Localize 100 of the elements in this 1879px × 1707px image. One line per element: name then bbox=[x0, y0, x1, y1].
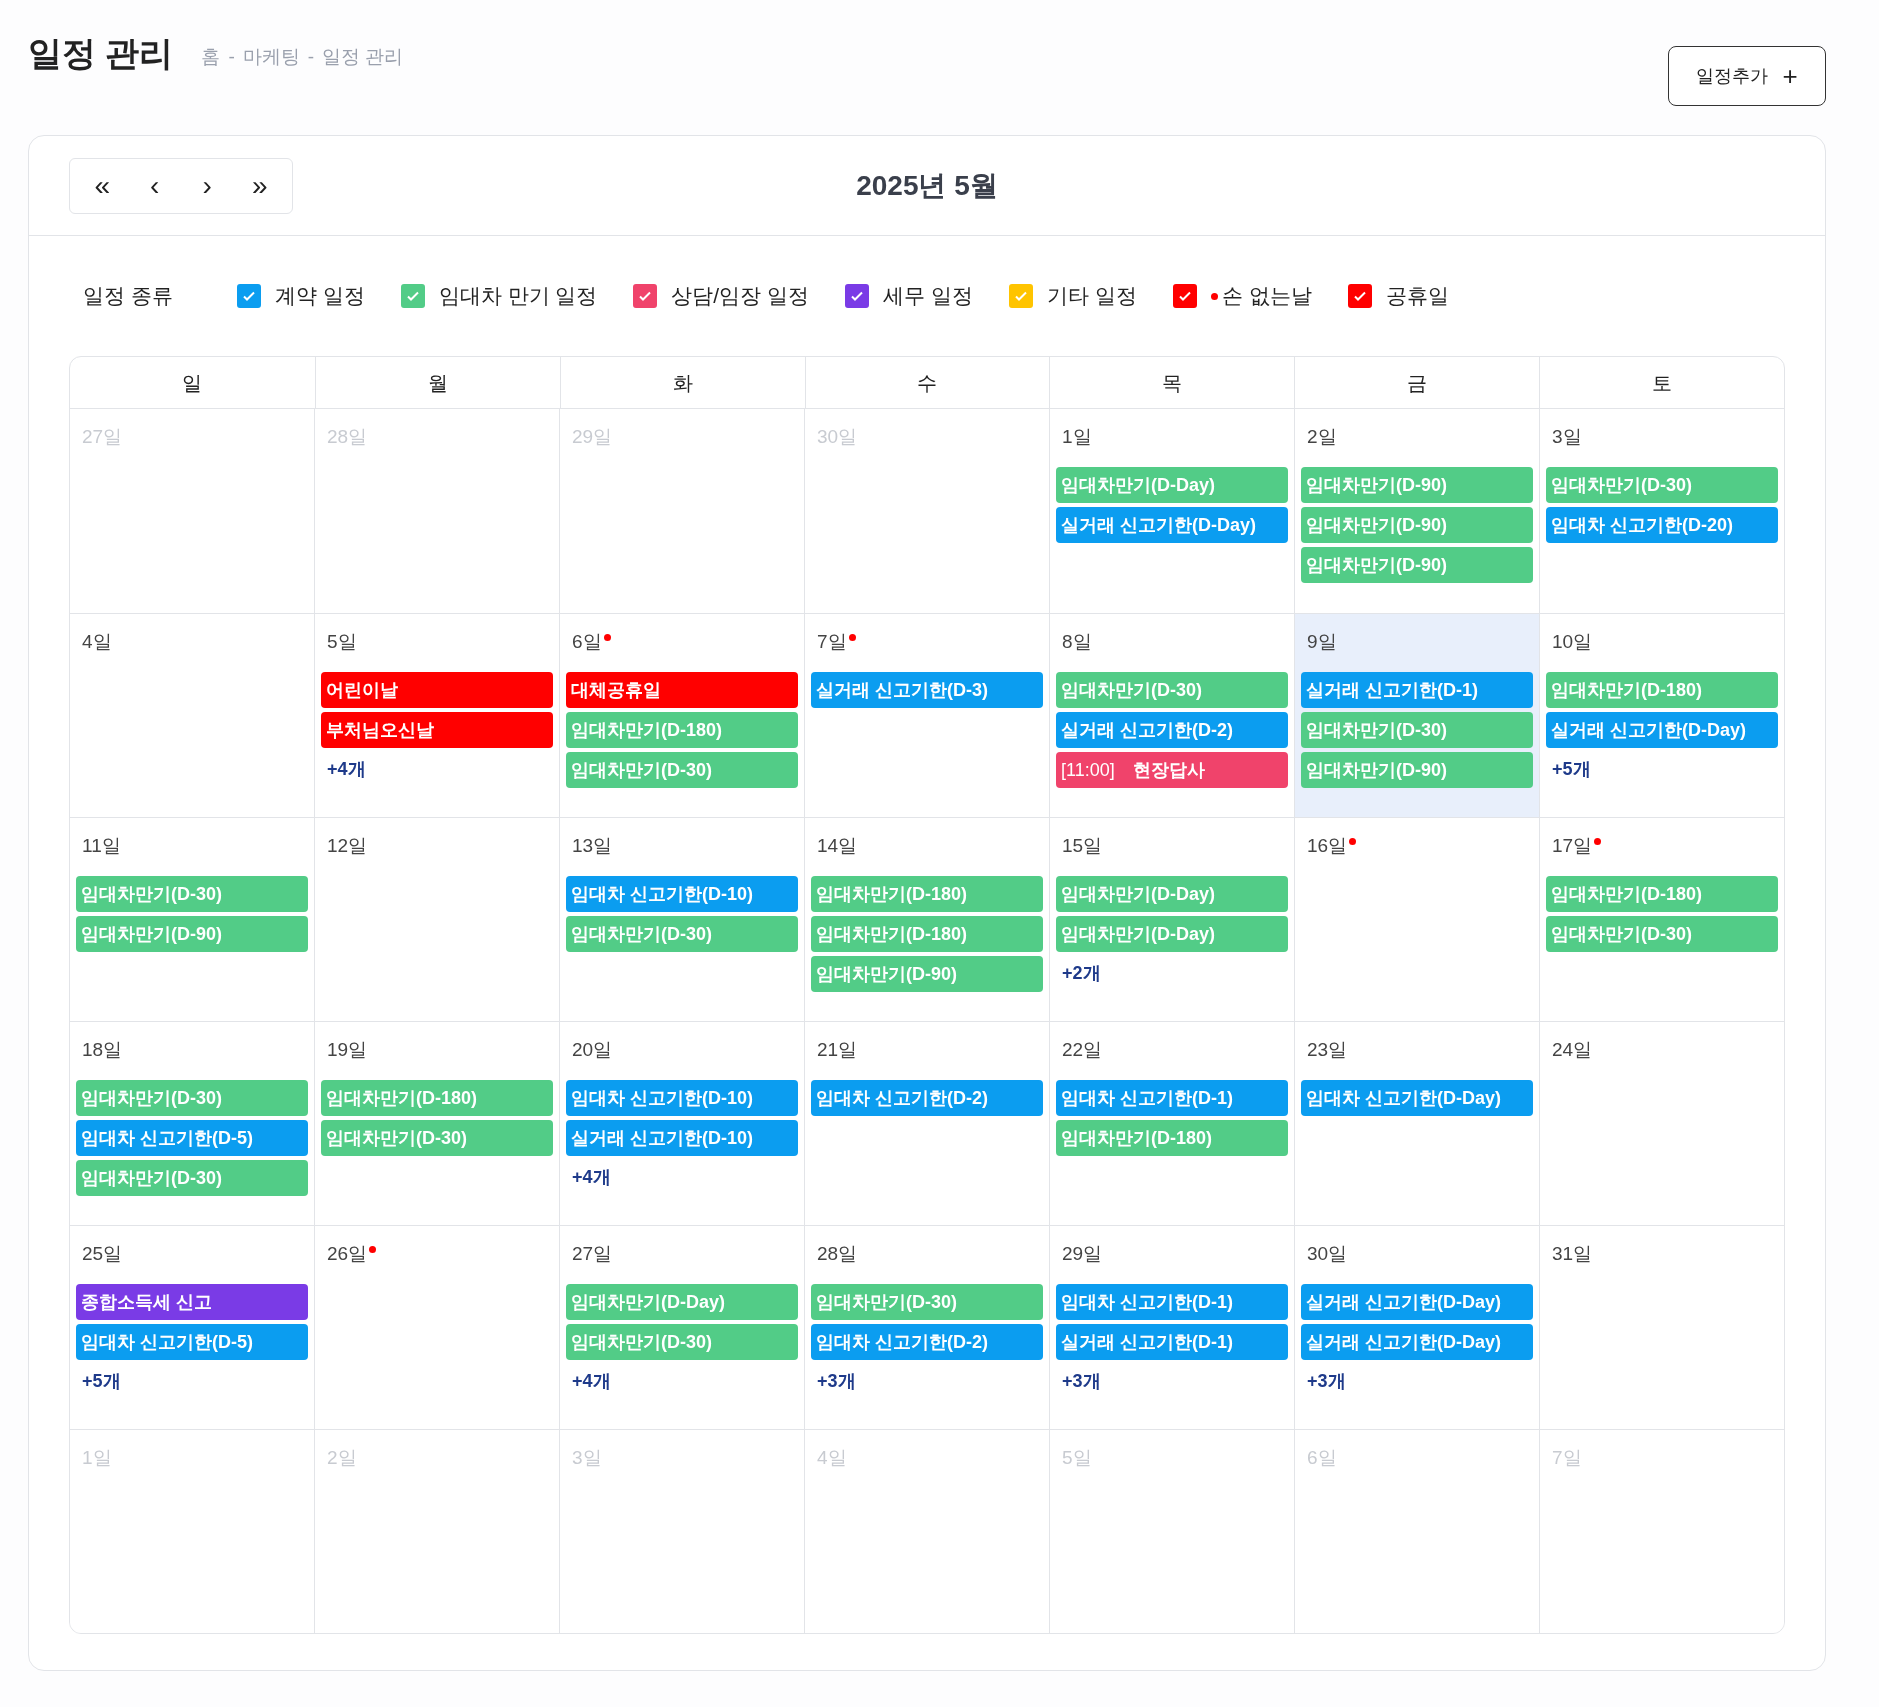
event-bar[interactable]: 임대차만기(D-Day) bbox=[566, 1284, 798, 1320]
checkbox[interactable] bbox=[1172, 284, 1197, 308]
day-cell[interactable]: 7일 실거래 신고기한(D-3) bbox=[805, 614, 1049, 817]
day-cell[interactable]: 3일 임대차만기(D-30) 임대차 신고기한(D-20) bbox=[1540, 409, 1784, 613]
event-bar[interactable]: 임대차만기(D-30) bbox=[811, 1284, 1043, 1320]
checkbox[interactable] bbox=[236, 284, 261, 308]
more-link[interactable]: +5개 bbox=[1546, 752, 1591, 783]
day-cell[interactable]: 31일 bbox=[1540, 1226, 1784, 1429]
event-bar[interactable]: 임대차만기(D-90) bbox=[811, 956, 1043, 992]
event-bar[interactable]: 부처님오신날 bbox=[321, 712, 553, 748]
event-bar[interactable]: 실거래 신고기한(D-3) bbox=[811, 672, 1043, 708]
event-bar[interactable]: 임대차만기(D-180) bbox=[811, 916, 1043, 952]
event-bar[interactable]: 임대차만기(D-30) bbox=[566, 752, 798, 788]
day-cell[interactable]: 8일 임대차만기(D-30) 실거래 신고기한(D-2) [11:00] 현장답사 bbox=[1050, 614, 1294, 817]
event-bar[interactable]: 임대차만기(D-180) bbox=[811, 876, 1043, 912]
breadcrumb-link[interactable]: 홈 bbox=[201, 42, 221, 71]
event-bar[interactable]: 임대차만기(D-90) bbox=[1301, 467, 1533, 503]
more-link[interactable]: +2개 bbox=[1056, 956, 1101, 987]
event-bar[interactable]: 임대차만기(D-30) bbox=[566, 916, 798, 952]
event-bar[interactable]: 임대차만기(D-90) bbox=[76, 916, 308, 952]
day-cell[interactable]: 5일 어린이날 부처님오신날 +4개 bbox=[315, 614, 559, 817]
more-link[interactable]: +3개 bbox=[811, 1364, 856, 1395]
event-bar[interactable]: 임대차 신고기한(D-5) bbox=[76, 1120, 308, 1156]
event-bar[interactable]: 임대차만기(D-30) bbox=[566, 1324, 798, 1360]
event-bar[interactable]: 실거래 신고기한(D-Day) bbox=[1301, 1284, 1533, 1320]
day-cell[interactable]: 19일 임대차만기(D-180) 임대차만기(D-30) bbox=[315, 1022, 559, 1225]
day-cell[interactable]: 21일 임대차 신고기한(D-2) bbox=[805, 1022, 1049, 1225]
day-cell[interactable]: 20일 임대차 신고기한(D-10) 실거래 신고기한(D-10) +4개 bbox=[560, 1022, 804, 1225]
day-cell[interactable]: 26일 bbox=[315, 1226, 559, 1429]
event-bar[interactable]: 임대차만기(D-90) bbox=[1301, 507, 1533, 543]
day-cell[interactable]: 24일 bbox=[1540, 1022, 1784, 1225]
event-bar[interactable]: [11:00] 현장답사 bbox=[1056, 752, 1288, 788]
event-bar[interactable]: 임대차만기(D-30) bbox=[1546, 916, 1778, 952]
event-bar[interactable]: 실거래 신고기한(D-2) bbox=[1056, 712, 1288, 748]
event-bar[interactable]: 실거래 신고기한(D-1) bbox=[1056, 1324, 1288, 1360]
event-bar[interactable]: 임대차만기(D-Day) bbox=[1056, 467, 1288, 503]
event-bar[interactable]: 임대차 신고기한(D-5) bbox=[76, 1324, 308, 1360]
breadcrumb-link[interactable]: 일정 관리 bbox=[322, 42, 404, 71]
day-cell[interactable]: 10일 임대차만기(D-180) 실거래 신고기한(D-Day) +5개 bbox=[1540, 614, 1784, 817]
day-cell[interactable]: 22일 임대차 신고기한(D-1) 임대차만기(D-180) bbox=[1050, 1022, 1294, 1225]
day-cell[interactable]: 4일 bbox=[70, 614, 314, 817]
event-bar[interactable]: 임대차만기(D-90) bbox=[1301, 547, 1533, 583]
nav-button[interactable]: « bbox=[82, 171, 123, 200]
day-cell[interactable]: 12일 bbox=[315, 818, 559, 1021]
event-bar[interactable]: 종합소득세 신고 bbox=[76, 1284, 308, 1320]
day-cell[interactable]: 1일 임대차만기(D-Day) 실거래 신고기한(D-Day) bbox=[1050, 409, 1294, 613]
add-schedule-button[interactable]: 일정추가 + bbox=[1668, 46, 1826, 106]
event-bar[interactable]: 임대차만기(D-180) bbox=[1056, 1120, 1288, 1156]
event-bar[interactable]: 임대차만기(D-180) bbox=[1546, 672, 1778, 708]
event-bar[interactable]: 임대차 신고기한(D-10) bbox=[566, 1080, 798, 1116]
event-bar[interactable]: 임대차 신고기한(D-1) bbox=[1056, 1080, 1288, 1116]
event-bar[interactable]: 실거래 신고기한(D-1) bbox=[1301, 672, 1533, 708]
day-cell[interactable]: 23일 임대차 신고기한(D-Day) bbox=[1295, 1022, 1539, 1225]
checkbox[interactable] bbox=[845, 284, 870, 308]
day-cell[interactable]: 13일 임대차 신고기한(D-10) 임대차만기(D-30) bbox=[560, 818, 804, 1021]
event-bar[interactable]: 임대차만기(D-30) bbox=[321, 1120, 553, 1156]
event-bar[interactable]: 대체공휴일 bbox=[566, 672, 798, 708]
event-bar[interactable]: 임대차만기(D-30) bbox=[76, 1160, 308, 1196]
event-bar[interactable]: 임대차만기(D-30) bbox=[1301, 712, 1533, 748]
event-bar[interactable]: 실거래 신고기한(D-Day) bbox=[1056, 507, 1288, 543]
more-link[interactable]: +4개 bbox=[321, 752, 366, 783]
event-bar[interactable]: 임대차만기(D-180) bbox=[566, 712, 798, 748]
event-bar[interactable]: 임대차 신고기한(D-1) bbox=[1056, 1284, 1288, 1320]
more-link[interactable]: +4개 bbox=[566, 1160, 611, 1191]
day-cell[interactable]: 11일 임대차만기(D-30) 임대차만기(D-90) bbox=[70, 818, 314, 1021]
nav-button[interactable]: ‹ bbox=[134, 171, 175, 200]
event-bar[interactable]: 임대차만기(D-30) bbox=[76, 876, 308, 912]
event-bar[interactable]: 임대차만기(D-30) bbox=[76, 1080, 308, 1116]
event-bar[interactable]: 어린이날 bbox=[321, 672, 553, 708]
event-bar[interactable]: 실거래 신고기한(D-Day) bbox=[1301, 1324, 1533, 1360]
checkbox[interactable] bbox=[633, 284, 658, 308]
nav-button[interactable]: › bbox=[187, 171, 228, 200]
more-link[interactable]: +5개 bbox=[76, 1364, 121, 1395]
more-link[interactable]: +3개 bbox=[1056, 1364, 1101, 1395]
event-bar[interactable]: 임대차 신고기한(D-Day) bbox=[1301, 1080, 1533, 1116]
breadcrumb-link[interactable]: 마케팅 bbox=[242, 42, 300, 71]
day-cell[interactable]: 25일 종합소득세 신고 임대차 신고기한(D-5) +5개 bbox=[70, 1226, 314, 1429]
event-bar[interactable]: 임대차만기(D-180) bbox=[321, 1080, 553, 1116]
event-bar[interactable]: 임대차 신고기한(D-2) bbox=[811, 1080, 1043, 1116]
event-bar[interactable]: 실거래 신고기한(D-10) bbox=[566, 1120, 798, 1156]
day-cell[interactable]: 16일 bbox=[1295, 818, 1539, 1021]
event-bar[interactable]: 임대차 신고기한(D-20) bbox=[1546, 507, 1778, 543]
event-bar[interactable]: 실거래 신고기한(D-Day) bbox=[1546, 712, 1778, 748]
day-cell[interactable]: 6일 대체공휴일 임대차만기(D-180) 임대차만기(D-30) bbox=[560, 614, 804, 817]
day-cell[interactable]: 30일 실거래 신고기한(D-Day) 실거래 신고기한(D-Day) +3개 bbox=[1295, 1226, 1539, 1429]
day-cell[interactable]: 27일 임대차만기(D-Day) 임대차만기(D-30) +4개 bbox=[560, 1226, 804, 1429]
day-cell[interactable]: 15일 임대차만기(D-Day) 임대차만기(D-Day) +2개 bbox=[1050, 818, 1294, 1021]
event-bar[interactable]: 임대차만기(D-180) bbox=[1546, 876, 1778, 912]
event-bar[interactable]: 임대차만기(D-90) bbox=[1301, 752, 1533, 788]
event-bar[interactable]: 임대차만기(D-Day) bbox=[1056, 916, 1288, 952]
event-bar[interactable]: 임대차만기(D-Day) bbox=[1056, 876, 1288, 912]
checkbox[interactable] bbox=[1347, 284, 1372, 308]
event-bar[interactable]: 임대차 신고기한(D-2) bbox=[811, 1324, 1043, 1360]
nav-button[interactable]: » bbox=[239, 171, 280, 200]
checkbox[interactable] bbox=[400, 284, 425, 308]
day-cell[interactable]: 2일 임대차만기(D-90) 임대차만기(D-90) 임대차만기(D-90) bbox=[1295, 409, 1539, 613]
day-cell[interactable]: 18일 임대차만기(D-30) 임대차 신고기한(D-5) 임대차만기(D-30) bbox=[70, 1022, 314, 1225]
more-link[interactable]: +4개 bbox=[566, 1364, 611, 1395]
day-cell[interactable]: 28일 임대차만기(D-30) 임대차 신고기한(D-2) +3개 bbox=[805, 1226, 1049, 1429]
day-cell[interactable]: 9일 실거래 신고기한(D-1) 임대차만기(D-30) 임대차만기(D-90) bbox=[1295, 614, 1539, 817]
